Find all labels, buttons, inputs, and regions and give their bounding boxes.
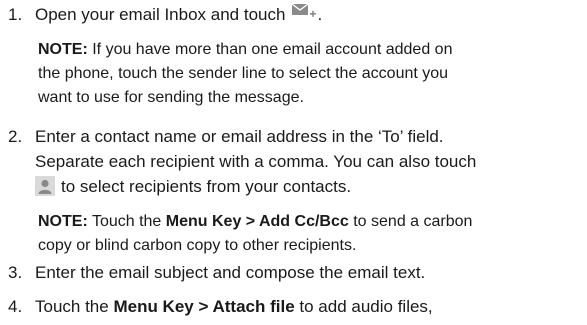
step-2-line-3: to select recipients from your contacts.	[35, 174, 583, 199]
step-number: 4.	[8, 297, 23, 316]
step-2-line-1: Enter a contact name or email address in…	[35, 127, 444, 146]
step-1-text: Open your email Inbox and touch	[35, 5, 286, 24]
step-number: 2.	[8, 127, 23, 146]
compose-email-icon	[291, 3, 317, 22]
note-2: NOTE: Touch the Menu Key > Add Cc/Bcc to…	[38, 210, 586, 258]
menu-path: Menu Key > Add Cc/Bcc	[165, 213, 349, 230]
note-1: NOTE: If you have more than one email ac…	[38, 38, 586, 110]
note-1-line-2: the phone, touch the sender line to sele…	[38, 65, 449, 82]
step-number: 1.	[8, 5, 23, 24]
note-1-line-3: want to use for sending the message.	[38, 89, 304, 106]
note-label: NOTE:	[38, 41, 88, 58]
document-page: 1. Open your email Inbox and touch . NOT…	[0, 0, 587, 325]
step-1-period: .	[317, 5, 323, 24]
note-2-line-2: copy or blind carbon copy to other recip…	[38, 237, 357, 254]
note-label: NOTE:	[38, 213, 88, 230]
menu-path: Menu Key > Attach file	[113, 297, 295, 316]
note-1-line-1: NOTE: If you have more than one email ac…	[38, 41, 453, 58]
contact-icon	[35, 176, 55, 196]
step-2-line-2: Separate each recipient with a comma. Yo…	[35, 152, 477, 171]
step-text: Open your email Inbox and touch .	[35, 2, 583, 27]
step-text: Enter a contact name or email address in…	[35, 124, 583, 199]
step-number: 3.	[8, 263, 23, 282]
step-4-text: Touch the Menu Key > Attach file to add …	[35, 297, 433, 316]
note-2-line-1: NOTE: Touch the Menu Key > Add Cc/Bcc to…	[38, 213, 473, 230]
step-3-text: Enter the email subject and compose the …	[35, 263, 426, 282]
